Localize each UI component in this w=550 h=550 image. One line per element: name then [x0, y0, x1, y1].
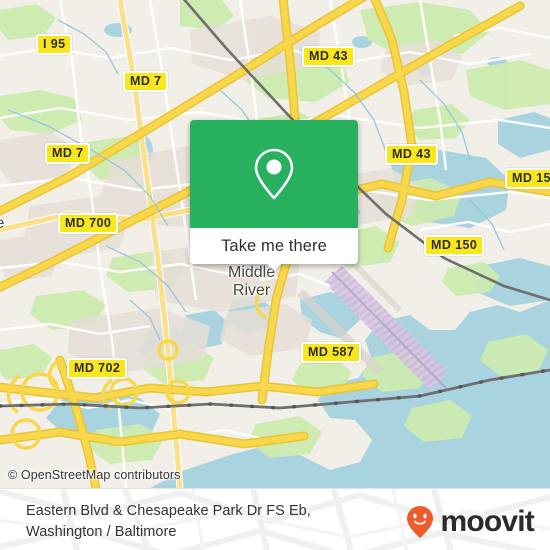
moovit-wordmark: moovit: [440, 505, 534, 538]
moovit-logo[interactable]: moovit: [405, 505, 535, 539]
road-shield: MD 700: [58, 213, 119, 234]
road-shield: MD 150: [424, 235, 485, 256]
road-shield: MD 150: [505, 168, 550, 189]
road-shield: MD 702: [67, 358, 128, 379]
osm-attribution[interactable]: © OpenStreetMap contributors: [8, 468, 181, 482]
stop-title-line1: Eastern Blvd & Chesapeake Park Dr FS Eb,: [26, 503, 311, 519]
road-shield: MD 587: [301, 342, 362, 363]
road-shield: MD 7: [45, 143, 91, 164]
stop-title: Eastern Blvd & Chesapeake Park Dr FS Eb,…: [26, 501, 356, 543]
place-label-line: le: [0, 215, 4, 233]
callout-pointer: [266, 263, 282, 271]
place-label: le: [0, 215, 4, 233]
callout-action[interactable]: Take me there: [190, 228, 358, 271]
place-label-line: River: [232, 282, 271, 299]
callout-action-label: Take me there: [221, 236, 327, 255]
location-pin-icon: [254, 148, 294, 200]
moovit-smiley-pin-icon: [407, 506, 434, 538]
footer-bar: Eastern Blvd & Chesapeake Park Dr FS Eb,…: [0, 488, 550, 550]
road-shield: MD 43: [385, 144, 438, 165]
moovit-stop-map-screenshot: I 95 MD 7 MD 43 MD 7 MD 43 MD 150 MD 700 MD 150…: [0, 0, 550, 550]
road-shield: MD 7: [123, 71, 169, 92]
take-me-there-callout[interactable]: Take me there: [190, 120, 358, 271]
callout-icon-area: [190, 120, 358, 228]
stop-title-line2: Washington / Baltimore: [26, 524, 177, 540]
road-shield: I 95: [36, 34, 73, 55]
road-shield: MD 43: [302, 46, 355, 67]
